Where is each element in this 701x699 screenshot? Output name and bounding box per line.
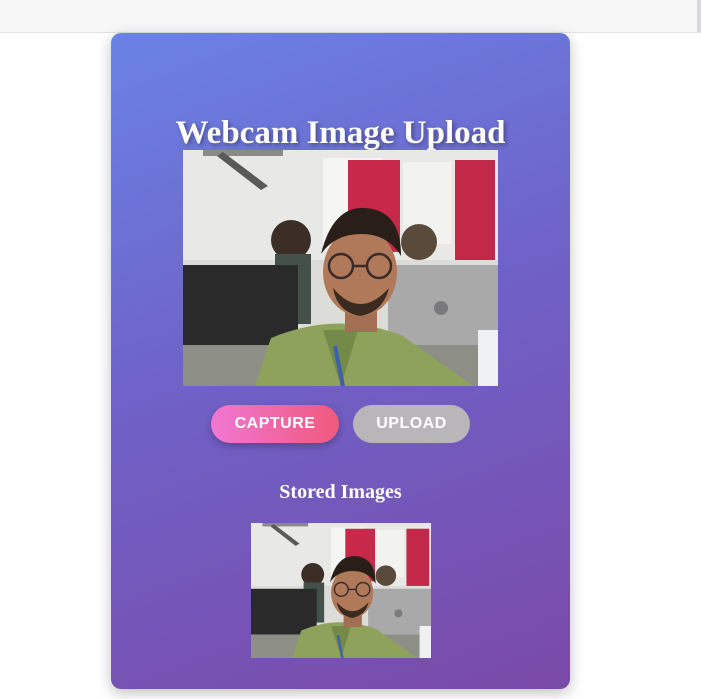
webcam-video-preview xyxy=(183,150,498,386)
capture-button[interactable]: CAPTURE xyxy=(211,405,339,443)
scrollbar-edge xyxy=(697,0,701,32)
stored-images-heading: Stored Images xyxy=(279,481,402,503)
browser-top-bar xyxy=(0,0,701,33)
page-title: Webcam Image Upload xyxy=(175,115,506,151)
upload-button[interactable]: UPLOAD xyxy=(353,405,470,443)
stored-image-thumbnail[interactable] xyxy=(251,523,431,658)
webcam-card: Webcam Image Upload CAPTURE UPLOAD Store… xyxy=(111,33,570,689)
